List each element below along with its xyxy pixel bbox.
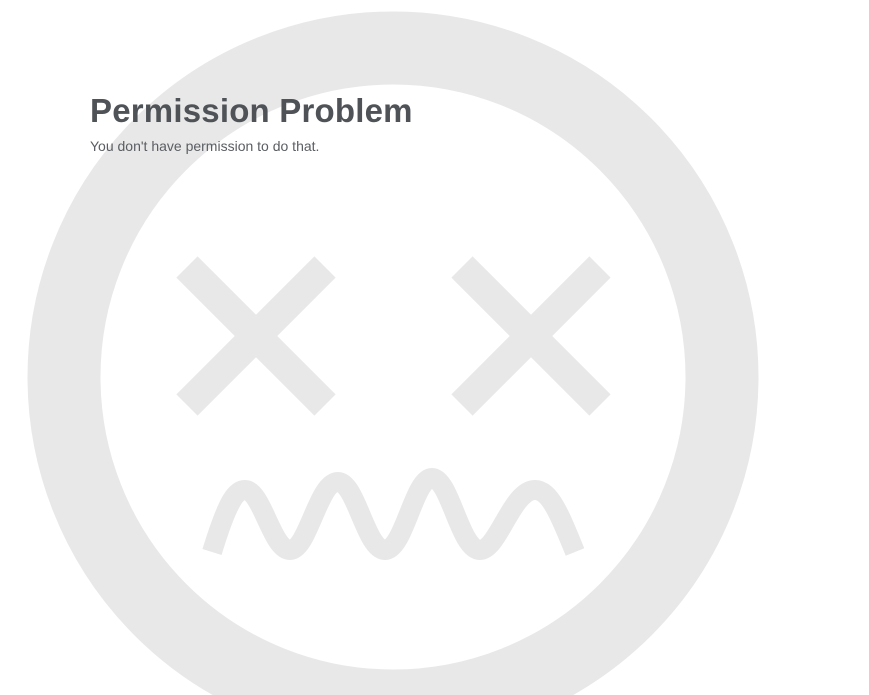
page-title: Permission Problem <box>90 92 413 129</box>
right-eye-x-icon <box>451 256 611 416</box>
error-message-panel: Permission Problem You don't have permis… <box>90 92 413 154</box>
error-message: You don't have permission to do that. <box>90 138 320 154</box>
wavy-mouth-icon <box>202 467 585 561</box>
left-eye-x-icon <box>176 256 336 416</box>
